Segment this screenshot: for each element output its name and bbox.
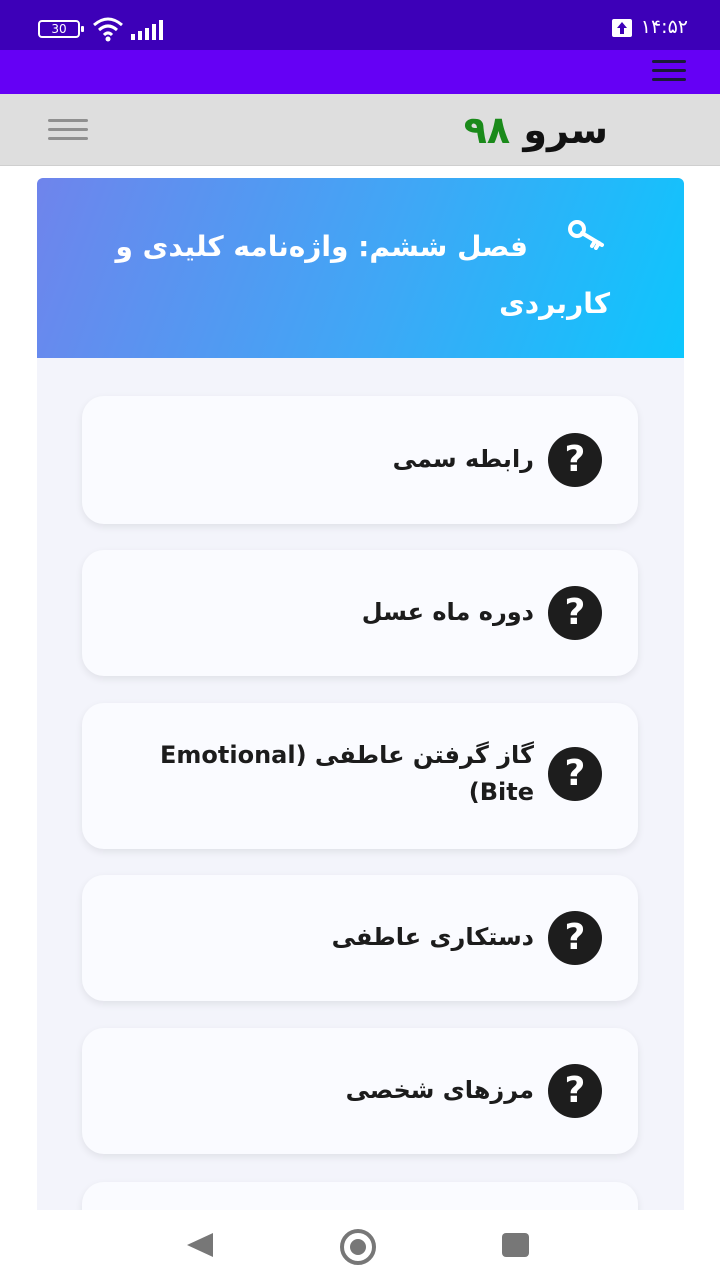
status-bar: 30 ۱۴:۵۲	[0, 0, 720, 50]
list-item[interactable]: ? دستکاری عاطفی	[82, 875, 638, 1001]
recents-icon[interactable]	[502, 1233, 529, 1257]
item-label: دستکاری عاطفی	[331, 923, 534, 951]
hamburger-menu-icon[interactable]	[48, 119, 88, 141]
list-item[interactable]: ? دوره ماه عسل	[82, 550, 638, 676]
list-item[interactable]: ? مرزهای شخصی	[82, 1028, 638, 1154]
chapter-header: فصل ششم: واژه‌نامه کلیدی و کاربردی	[37, 178, 684, 358]
question-icon: ?	[548, 1064, 602, 1118]
signal-icon	[131, 20, 163, 40]
question-icon: ?	[548, 911, 602, 965]
logo-word-2: ۹۸	[463, 108, 511, 152]
toolbar	[0, 50, 720, 94]
app-header: سرو ۹۸	[0, 94, 720, 166]
battery-level: 30	[51, 22, 67, 36]
question-icon: ?	[548, 433, 602, 487]
logo-word-1: سرو	[523, 108, 608, 152]
list-item[interactable]	[82, 1182, 638, 1210]
home-icon[interactable]	[340, 1229, 376, 1265]
question-icon: ?	[548, 586, 602, 640]
system-nav-bar	[0, 1210, 720, 1280]
status-time: ۱۴:۵۲	[640, 16, 688, 38]
chapter-card: فصل ششم: واژه‌نامه کلیدی و کاربردی ? راب…	[37, 178, 684, 1210]
menu-icon[interactable]	[652, 60, 686, 82]
list-item[interactable]: ? گاز گرفتن عاطفی (Emotional Bite)	[82, 703, 638, 849]
question-icon: ?	[548, 747, 602, 801]
item-label: گاز گرفتن عاطفی (Emotional Bite)	[160, 741, 534, 806]
upload-icon	[612, 19, 632, 37]
item-label: دوره ماه عسل	[361, 598, 534, 626]
chapter-title: فصل ششم: واژه‌نامه کلیدی و کاربردی	[115, 230, 610, 320]
battery-icon: 30	[38, 20, 84, 38]
item-label: مرزهای شخصی	[345, 1076, 534, 1104]
back-icon[interactable]	[187, 1233, 213, 1257]
list-item[interactable]: ? رابطه سمی	[82, 396, 638, 524]
page-content: فصل ششم: واژه‌نامه کلیدی و کاربردی ? راب…	[0, 166, 720, 1210]
app-logo[interactable]: سرو ۹۸	[464, 108, 608, 152]
wifi-icon	[93, 17, 123, 42]
item-label: رابطه سمی	[392, 445, 534, 473]
